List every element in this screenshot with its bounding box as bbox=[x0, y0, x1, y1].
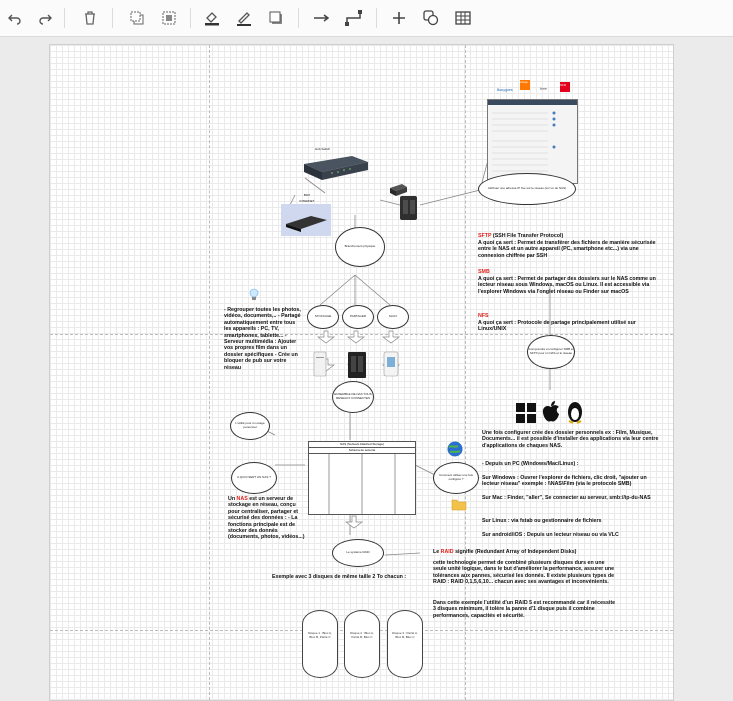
box-internet-image bbox=[281, 204, 331, 236]
linux-icon bbox=[565, 400, 585, 429]
nas-black-image bbox=[347, 351, 367, 384]
folder-icon bbox=[451, 497, 467, 516]
ip-ellipse[interactable]: Attribuer une adresse IP fixe sur le rés… bbox=[478, 173, 576, 205]
nfs-title-text: NFS bbox=[478, 313, 489, 319]
smb-body: A quoi ça sert : Permet de partager des … bbox=[478, 276, 656, 295]
nas-small-blue-image bbox=[383, 351, 399, 382]
share-ellipse-stockage[interactable]: STOCKAGE bbox=[307, 305, 339, 329]
raid-body: cette technologie permet de combiné plus… bbox=[433, 560, 615, 586]
usage-list: - Regrouper toutes les photos, vidéos, d… bbox=[224, 307, 301, 371]
access-pc: - Depuis un PC (Windows/Mac/Linux) : bbox=[482, 461, 579, 467]
sftp-heading: SFTP (SSH File Transfer Protocol) bbox=[478, 233, 658, 239]
nas-def-rest: est un serveur de stockage en réseau, co… bbox=[228, 496, 305, 541]
undo-icon[interactable] bbox=[3, 6, 27, 30]
raid-pre: Le bbox=[433, 549, 441, 555]
table-icon[interactable] bbox=[451, 6, 475, 30]
sftp-title-rest: (SSH File Transfer Protocol) bbox=[491, 233, 564, 239]
raid5-body: Dans cette exemple l'utilité d'un RAID 5… bbox=[433, 600, 616, 619]
switch-image bbox=[302, 154, 370, 189]
apple-icon bbox=[541, 400, 561, 429]
montage-ellipse[interactable]: Branchement physique bbox=[335, 227, 385, 267]
box-label: BOX INTERNET bbox=[299, 193, 315, 204]
toolbar bbox=[0, 0, 733, 37]
fill-color-icon[interactable] bbox=[200, 6, 224, 30]
what-ellipse[interactable]: A QUOI SERT UN NAS ? bbox=[231, 462, 277, 494]
to-front-icon[interactable] bbox=[125, 6, 149, 30]
example-label: Exemple avec 3 disques de même taille 2 … bbox=[272, 574, 407, 580]
disk-1[interactable]: Disque 1 : Bloc A, Bloc B, Parité C bbox=[302, 610, 338, 678]
windows-icon bbox=[515, 402, 537, 429]
isp-logo-free: free bbox=[540, 86, 547, 91]
sftp-title: SFTP bbox=[478, 233, 492, 239]
raid-ellipse[interactable]: Le système RAID bbox=[332, 539, 384, 567]
smb-title-text: SMB bbox=[478, 269, 490, 275]
shape-icon[interactable] bbox=[419, 6, 443, 30]
isp-logo-sfr: SFR bbox=[560, 82, 570, 92]
share-ellipse-sauv[interactable]: SAUV bbox=[377, 305, 409, 329]
router-admin-screenshot bbox=[487, 99, 578, 184]
os-ellipse[interactable]: Comprendre et configurer SMB et SFTP pou… bbox=[527, 335, 575, 369]
access-mobile: Sur android/iOS : Depuis un lecteur rése… bbox=[482, 532, 619, 538]
access-mac: Sur Mac : Finder, "aller", Se connecter … bbox=[482, 495, 651, 501]
line-color-icon[interactable] bbox=[232, 6, 256, 30]
access-windows: Sur Windows : Ouvrer l'explorer de fichi… bbox=[482, 475, 647, 488]
nfs-title: NFS bbox=[478, 313, 489, 319]
connection-icon[interactable] bbox=[310, 6, 334, 30]
disk-1-label: Disque 1 : Bloc A, Bloc B, Parité C bbox=[308, 631, 332, 639]
access-linux: Sur Linux : via fstab ou gestionnaire de… bbox=[482, 518, 602, 524]
raid-word: RAID bbox=[440, 549, 454, 555]
smb-title: SMB bbox=[478, 269, 490, 275]
raid-heading: Le RAID signifie (Redundant Array of Ind… bbox=[433, 549, 623, 555]
globe-icon bbox=[446, 440, 464, 463]
insert-icon[interactable] bbox=[387, 6, 411, 30]
access-ellipse[interactable]: Comment utiliser une fois configuré ? bbox=[433, 462, 479, 494]
isp-logo-orange: orange bbox=[520, 80, 530, 90]
disk-2[interactable]: Disque 2 : Bloc A, Parité B, Bloc C bbox=[344, 610, 380, 678]
disk-2-label: Disque 2 : Bloc A, Parité B, Bloc C bbox=[350, 631, 374, 639]
access-intro: Une fois configurer crée des dossier per… bbox=[482, 430, 659, 449]
nfs-body: A quoi ça sert : Protocole de partage pr… bbox=[478, 320, 636, 333]
share-ellipse-partager[interactable]: PARTAGER bbox=[342, 305, 374, 329]
redo-icon[interactable] bbox=[33, 6, 57, 30]
disk-3-label: Disque 3 : Parité A, Bloc B, Bloc C bbox=[392, 631, 418, 639]
delete-icon[interactable] bbox=[78, 6, 102, 30]
nas-def-word: NAS bbox=[236, 496, 248, 502]
waypoints-icon[interactable] bbox=[342, 6, 366, 30]
raid-rest: signifie (Redundant Array of Independent… bbox=[453, 549, 577, 555]
diagram-canvas[interactable]: Bouygues orange free SFR Hub Switch BOX … bbox=[49, 44, 674, 701]
nas-table[interactable]: NAS (Network Attached Storage) Schéma de… bbox=[308, 441, 416, 515]
shadow-icon[interactable] bbox=[264, 6, 288, 30]
nas-small-white-image bbox=[313, 351, 327, 382]
nas-device-image bbox=[399, 195, 419, 226]
disk-3[interactable]: Disque 3 : Parité A, Bloc B, Bloc C bbox=[387, 610, 423, 678]
util-ellipse[interactable]: L'utilité pour un usage personnel bbox=[230, 412, 270, 440]
switch-label: Hub Switch bbox=[315, 147, 331, 151]
lightbulb-icon bbox=[249, 288, 259, 307]
sftp-body: A quoi ça sert : Permet de transférer de… bbox=[478, 240, 656, 259]
isp-logo-bouygues: Bouygues bbox=[497, 88, 513, 92]
to-back-icon[interactable] bbox=[157, 6, 181, 30]
nas-ellipse[interactable]: ENSEMBLE DE NAS TOUS RESEAUX CONNECTES bbox=[332, 381, 374, 413]
nas-def-pre: Un bbox=[228, 496, 237, 502]
nas-definition: Un NAS est un serveur de stockage en rés… bbox=[228, 496, 308, 541]
